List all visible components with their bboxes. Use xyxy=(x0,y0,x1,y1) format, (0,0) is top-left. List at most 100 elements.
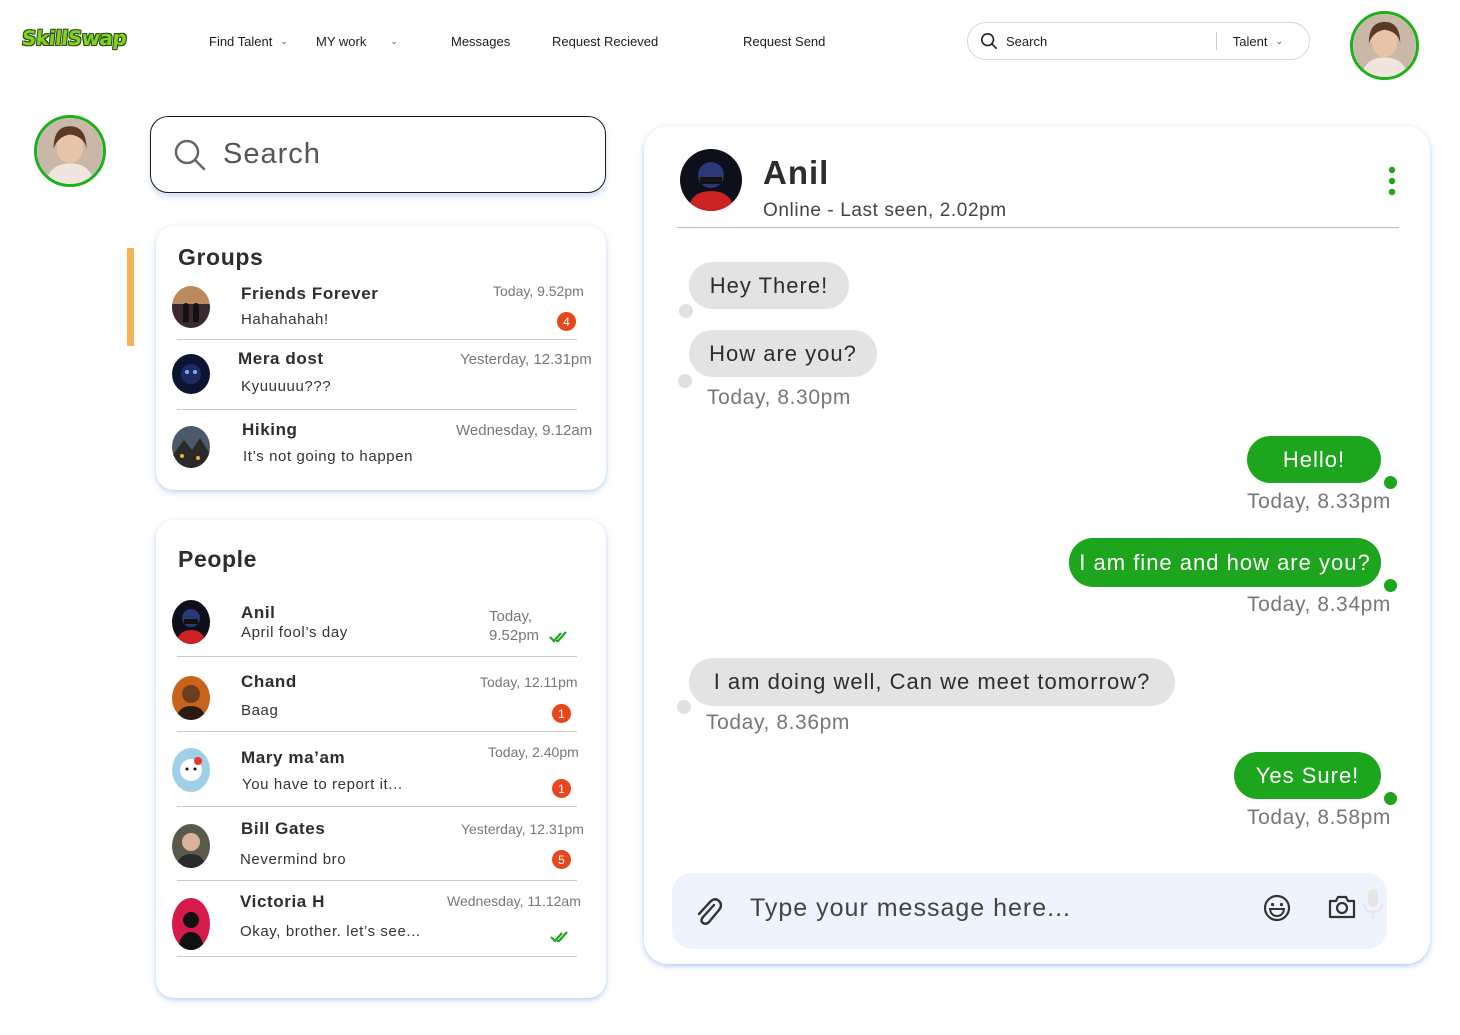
emoji-icon[interactable] xyxy=(1262,893,1292,923)
nav-request-received[interactable]: Request Recieved xyxy=(552,34,658,49)
message-bubble-outgoing: I am fine and how are you? xyxy=(1069,538,1381,587)
group-time: Wednesday, 9.12am xyxy=(456,422,593,439)
chevron-down-icon: ⌄ xyxy=(390,36,398,46)
user-avatar[interactable] xyxy=(1350,11,1419,80)
group-item-friends-forever[interactable]: Friends Forever Hahahahah! Today, 9.52pm… xyxy=(156,280,606,340)
message-bubble-outgoing: Hello! xyxy=(1247,436,1381,483)
chat-header-divider xyxy=(677,227,1399,228)
message-composer: Type your message here... xyxy=(672,873,1387,949)
message-dot xyxy=(679,304,693,318)
message-dot xyxy=(1384,476,1397,489)
groups-card: Groups Friends Forever Hahahahah! Today,… xyxy=(156,226,606,490)
person-last-message: Okay, brother. let’s see... xyxy=(240,923,421,940)
person-time: Wednesday, 11.12am xyxy=(447,893,581,909)
person-time-day: Today, xyxy=(489,608,533,625)
divider xyxy=(177,731,577,732)
person-last-message: Baag xyxy=(241,702,279,719)
nav-my-work-label: MY work xyxy=(316,34,367,49)
chevron-down-icon: ⌄ xyxy=(280,36,288,46)
group-item-mera-dost[interactable]: Mera dost Kyuuuuu??? Yesterday, 12.31pm xyxy=(156,346,606,408)
search-scope-select[interactable]: Talent ⌄ xyxy=(1217,34,1309,49)
chat-contact-name: Anil xyxy=(763,154,830,191)
brand-logo[interactable]: SkillSwap xyxy=(21,26,128,50)
avatar xyxy=(37,118,103,184)
group-name: Mera dost xyxy=(238,349,324,368)
divider xyxy=(177,409,577,410)
group-last-message: Hahahahah! xyxy=(241,311,329,328)
message-time: Today, 8.33pm xyxy=(1247,490,1391,513)
conversation-search-placeholder: Search xyxy=(223,138,321,170)
top-search-bar[interactable]: Search Talent ⌄ xyxy=(967,22,1310,60)
person-item-bill-gates[interactable]: Bill Gates Nevermind bro Yesterday, 12.3… xyxy=(156,812,606,878)
search-icon xyxy=(174,139,206,170)
profile-avatar[interactable] xyxy=(34,115,106,187)
chat-contact-avatar[interactable] xyxy=(680,149,742,211)
person-name: Anil xyxy=(241,603,276,622)
person-item-anil[interactable]: Anil April fool’s day Today, 9.52pm xyxy=(156,594,606,656)
search-scope-label: Talent xyxy=(1232,33,1268,49)
divider xyxy=(177,339,577,340)
person-time: Today, 2.40pm xyxy=(488,744,579,760)
avatar xyxy=(1353,14,1416,77)
person-avatar xyxy=(172,676,210,720)
message-time: Today, 8.30pm xyxy=(707,386,851,409)
conversation-search[interactable]: Search xyxy=(150,116,606,193)
message-input[interactable]: Type your message here... xyxy=(750,894,1071,923)
more-vertical-icon[interactable] xyxy=(1388,166,1396,196)
person-last-message: Nevermind bro xyxy=(240,851,347,868)
message-bubble-outgoing: Yes Sure! xyxy=(1234,752,1381,799)
message-dot xyxy=(1384,792,1397,805)
search-icon xyxy=(980,32,998,50)
divider xyxy=(177,880,577,881)
groups-title: Groups xyxy=(178,244,264,270)
person-avatar xyxy=(172,748,210,792)
nav-messages[interactable]: Messages xyxy=(451,34,510,49)
person-time-hour: 9.52pm xyxy=(489,627,540,644)
group-name: Friends Forever xyxy=(241,284,379,303)
person-avatar xyxy=(172,824,210,868)
group-item-hiking[interactable]: Hiking It’s not going to happen Wednesda… xyxy=(156,416,606,478)
message-dot xyxy=(1384,579,1397,592)
person-name: Mary ma’am xyxy=(241,748,346,767)
person-item-chand[interactable]: Chand Baag Today, 12.11pm 1 xyxy=(156,662,606,730)
person-time: Today, 12.11pm xyxy=(480,674,578,690)
camera-icon[interactable] xyxy=(1327,893,1357,921)
divider xyxy=(177,956,577,957)
people-card: People Anil April fool’s day Today, 9.52… xyxy=(156,520,606,998)
message-time: Today, 8.58pm xyxy=(1247,806,1391,829)
person-item-victoria[interactable]: Victoria H Okay, brother. let’s see... W… xyxy=(156,886,606,952)
person-avatar xyxy=(172,600,210,644)
message-bubble-incoming: Hey There! xyxy=(689,262,849,309)
group-last-message: It’s not going to happen xyxy=(243,448,414,465)
divider xyxy=(177,656,577,657)
nav-find-talent[interactable]: Find Talent ⌄ xyxy=(209,34,288,49)
person-time: Yesterday, 12.31pm xyxy=(461,821,584,837)
top-search-label: Search xyxy=(1006,33,1048,49)
active-indicator xyxy=(127,248,134,346)
message-bubble-incoming: I am doing well, Can we meet tomorrow? xyxy=(689,658,1175,706)
unread-badge: 1 xyxy=(552,779,571,798)
message-time: Today, 8.34pm xyxy=(1247,593,1391,616)
message-dot xyxy=(677,700,691,714)
person-name: Bill Gates xyxy=(241,819,326,838)
group-time: Today, 9.52pm xyxy=(493,283,584,299)
group-avatar xyxy=(172,286,210,328)
person-last-message: April fool’s day xyxy=(241,624,348,641)
double-check-icon xyxy=(549,631,567,643)
message-time: Today, 8.36pm xyxy=(706,711,850,734)
person-last-message: You have to report it... xyxy=(242,776,403,793)
nav-my-work[interactable]: MY work ⌄ xyxy=(316,34,398,49)
person-item-mary[interactable]: Mary ma’am You have to report it... Toda… xyxy=(156,736,606,806)
nav-find-talent-label: Find Talent xyxy=(209,34,273,49)
person-name: Victoria H xyxy=(240,892,326,911)
unread-badge: 1 xyxy=(552,704,571,723)
group-avatar xyxy=(172,354,210,394)
microphone-icon[interactable] xyxy=(1362,887,1384,921)
chat-contact-status: Online - Last seen, 2.02pm xyxy=(763,200,1007,221)
message-dot xyxy=(678,374,692,388)
people-title: People xyxy=(178,546,258,572)
chevron-down-icon: ⌄ xyxy=(1275,35,1283,46)
group-time: Yesterday, 12.31pm xyxy=(460,351,592,368)
nav-request-send[interactable]: Request Send xyxy=(743,34,825,49)
attachment-icon[interactable] xyxy=(694,895,722,927)
